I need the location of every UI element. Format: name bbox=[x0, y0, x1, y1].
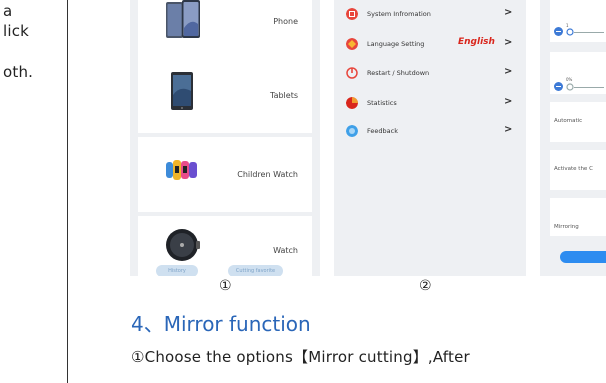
device-card-phone[interactable]: Phone bbox=[138, 0, 312, 67]
body-paragraph: ①Choose the options【Mirror cutting】,Afte… bbox=[131, 348, 470, 366]
chevron-right-icon: > bbox=[504, 37, 513, 48]
history-bar: History Cutting favorite bbox=[130, 262, 320, 276]
watch-image bbox=[166, 229, 200, 261]
chevron-right-icon: > bbox=[504, 66, 513, 77]
language-icon bbox=[346, 38, 358, 50]
slider-track bbox=[574, 32, 604, 33]
slider-track bbox=[574, 87, 604, 88]
device-label: Phone bbox=[273, 17, 298, 26]
figure-caption: ① bbox=[219, 278, 232, 294]
phone-image bbox=[166, 0, 200, 38]
slider-handle[interactable] bbox=[566, 28, 574, 36]
slider-minus-button[interactable] bbox=[554, 82, 563, 91]
setting-row-label: Automatic bbox=[554, 118, 583, 124]
device-card-tablets[interactable]: Tablets bbox=[138, 58, 312, 133]
confirm-button[interactable] bbox=[560, 251, 606, 263]
chevron-right-icon: > bbox=[504, 96, 513, 107]
section-heading: 4、Mirror function bbox=[131, 312, 311, 336]
setting-row[interactable]: Activate the C bbox=[550, 150, 606, 190]
statistics-icon bbox=[346, 97, 358, 109]
chevron-right-icon: > bbox=[504, 7, 513, 18]
settings-menu-screenshot: System Infromation > Language Setting En… bbox=[334, 0, 526, 276]
slider-value: 0% bbox=[566, 77, 573, 82]
system-info-icon bbox=[346, 8, 358, 20]
setting-row[interactable]: Mirroring bbox=[550, 198, 606, 236]
device-label: Tablets bbox=[270, 91, 298, 100]
chevron-right-icon: > bbox=[504, 124, 513, 135]
setting-row-label: Activate the C bbox=[554, 166, 593, 172]
menu-item-language-setting[interactable]: Language Setting English > bbox=[334, 33, 526, 57]
history-button[interactable]: History bbox=[156, 265, 198, 276]
menu-label: Statistics bbox=[367, 99, 397, 107]
device-card-children-watch[interactable]: Children Watch bbox=[138, 137, 312, 212]
setting-row-label: Mirroring bbox=[554, 224, 579, 230]
cutting-favorite-button[interactable]: Cutting favorite bbox=[228, 265, 283, 276]
device-label: Watch bbox=[273, 246, 298, 255]
text-fragment: oth. bbox=[3, 63, 34, 81]
power-icon bbox=[346, 67, 358, 79]
language-value: English bbox=[458, 37, 495, 47]
menu-item-feedback[interactable]: Feedback > bbox=[334, 120, 526, 144]
device-label: Children Watch bbox=[237, 170, 298, 179]
feedback-icon bbox=[346, 125, 358, 137]
slider-panel: 1 bbox=[550, 0, 606, 42]
menu-label: Restart / Shutdown bbox=[367, 69, 430, 77]
menu-label: Feedback bbox=[367, 127, 398, 135]
menu-label: System Infromation bbox=[367, 10, 431, 18]
figure-caption: ② bbox=[419, 278, 432, 294]
tablet-image bbox=[171, 72, 193, 110]
menu-item-restart-shutdown[interactable]: Restart / Shutdown > bbox=[334, 62, 526, 86]
setting-row[interactable]: Automatic bbox=[550, 102, 606, 142]
column-divider bbox=[67, 0, 68, 383]
menu-item-statistics[interactable]: Statistics > bbox=[334, 92, 526, 116]
slider-minus-button[interactable] bbox=[554, 27, 563, 36]
text-fragment: lick bbox=[3, 22, 30, 40]
menu-item-system-information[interactable]: System Infromation > bbox=[334, 3, 526, 27]
slider-handle[interactable] bbox=[566, 83, 574, 91]
settings-panel-screenshot: 1 0% Automatic Activate the C Mirroring bbox=[540, 0, 606, 276]
slider-panel: 0% bbox=[550, 52, 606, 94]
text-fragment: a bbox=[3, 2, 13, 20]
device-list-screenshot: Phone Tablets Children Watch Watch Histo… bbox=[130, 0, 320, 276]
menu-label: Language Setting bbox=[367, 40, 425, 48]
children-watch-image bbox=[166, 160, 197, 180]
